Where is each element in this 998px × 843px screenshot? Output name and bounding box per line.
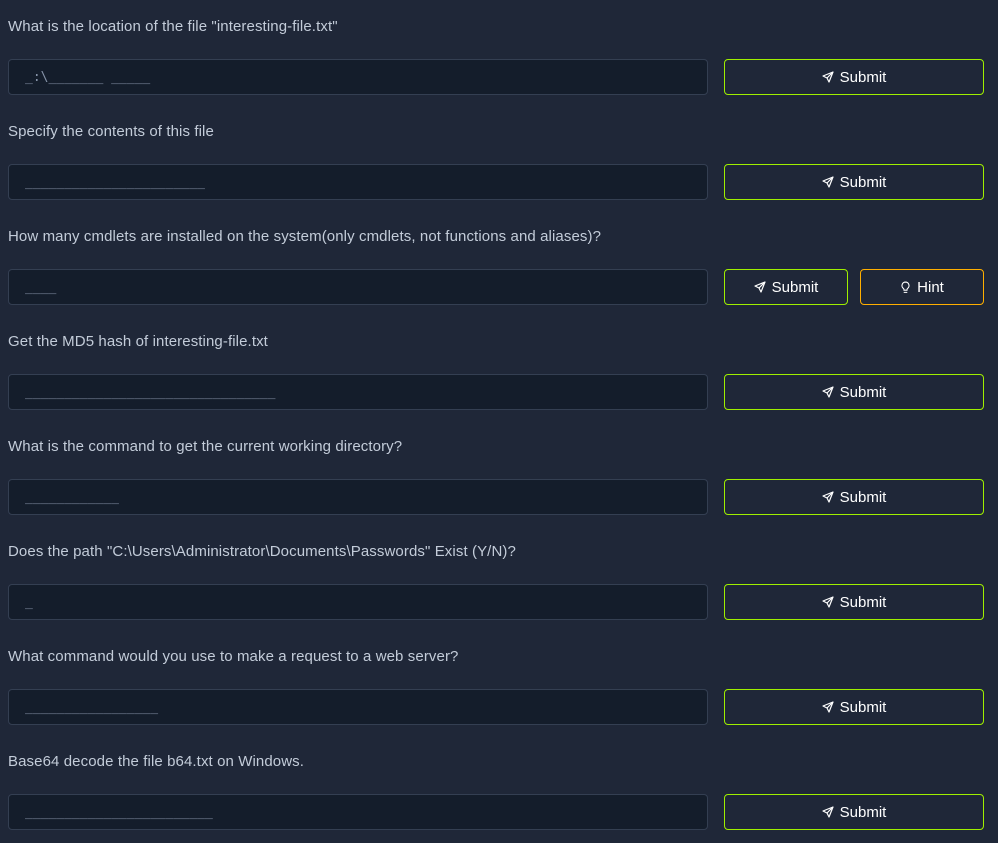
hint-button[interactable]: Hint bbox=[860, 269, 984, 305]
question-text: Does the path "C:\Users\Administrator\Do… bbox=[8, 543, 516, 560]
submit-label: Submit bbox=[839, 383, 887, 401]
submit-label: Submit bbox=[839, 593, 887, 611]
submit-button[interactable]: Submit bbox=[724, 269, 848, 305]
answer-input[interactable] bbox=[8, 164, 708, 200]
answer-input[interactable] bbox=[8, 794, 708, 830]
question-text: What is the command to get the current w… bbox=[8, 438, 403, 455]
submit-label: Submit bbox=[771, 278, 819, 296]
submit-button[interactable]: Submit bbox=[724, 479, 984, 515]
paper-plane-icon bbox=[822, 806, 834, 818]
submit-button[interactable]: Submit bbox=[724, 689, 984, 725]
question-text: What command would you use to make a req… bbox=[8, 648, 459, 665]
submit-label: Submit bbox=[839, 803, 887, 821]
hint-label: Hint bbox=[917, 278, 944, 296]
answer-input[interactable] bbox=[8, 479, 708, 515]
submit-button[interactable]: Submit bbox=[724, 794, 984, 830]
question-row: Does the path "C:\Users\Administrator\Do… bbox=[0, 525, 998, 630]
submit-button[interactable]: Submit bbox=[724, 59, 984, 95]
submit-button[interactable]: Submit bbox=[724, 374, 984, 410]
answer-input[interactable] bbox=[8, 59, 708, 95]
paper-plane-icon bbox=[822, 596, 834, 608]
question-text: What is the location of the file "intere… bbox=[8, 18, 338, 35]
question-text: Specify the contents of this file bbox=[8, 123, 214, 140]
submit-label: Submit bbox=[839, 488, 887, 506]
question-row: How many cmdlets are installed on the sy… bbox=[0, 210, 998, 315]
question-row: What is the location of the file "intere… bbox=[0, 0, 998, 105]
submit-label: Submit bbox=[839, 68, 887, 86]
question-row: Get the MD5 hash of interesting-file.txt… bbox=[0, 315, 998, 420]
question-row: What command would you use to make a req… bbox=[0, 630, 998, 735]
submit-button[interactable]: Submit bbox=[724, 584, 984, 620]
paper-plane-icon bbox=[822, 386, 834, 398]
lightbulb-icon bbox=[900, 281, 911, 294]
paper-plane-icon bbox=[822, 176, 834, 188]
question-row: Base64 decode the file b64.txt on Window… bbox=[0, 735, 998, 840]
question-row: What is the command to get the current w… bbox=[0, 420, 998, 525]
answer-input[interactable] bbox=[8, 374, 708, 410]
paper-plane-icon bbox=[754, 281, 766, 293]
paper-plane-icon bbox=[822, 491, 834, 503]
paper-plane-icon bbox=[822, 701, 834, 713]
answer-input[interactable] bbox=[8, 584, 708, 620]
task-question-list: What is the location of the file "intere… bbox=[0, 0, 998, 843]
submit-button[interactable]: Submit bbox=[724, 164, 984, 200]
submit-label: Submit bbox=[839, 173, 887, 191]
question-row: Specify the contents of this file Submit bbox=[0, 105, 998, 210]
question-text: Get the MD5 hash of interesting-file.txt bbox=[8, 333, 268, 350]
answer-input[interactable] bbox=[8, 269, 708, 305]
question-text: How many cmdlets are installed on the sy… bbox=[8, 228, 602, 245]
submit-label: Submit bbox=[839, 698, 887, 716]
paper-plane-icon bbox=[822, 71, 834, 83]
question-text: Base64 decode the file b64.txt on Window… bbox=[8, 753, 305, 770]
answer-input[interactable] bbox=[8, 689, 708, 725]
